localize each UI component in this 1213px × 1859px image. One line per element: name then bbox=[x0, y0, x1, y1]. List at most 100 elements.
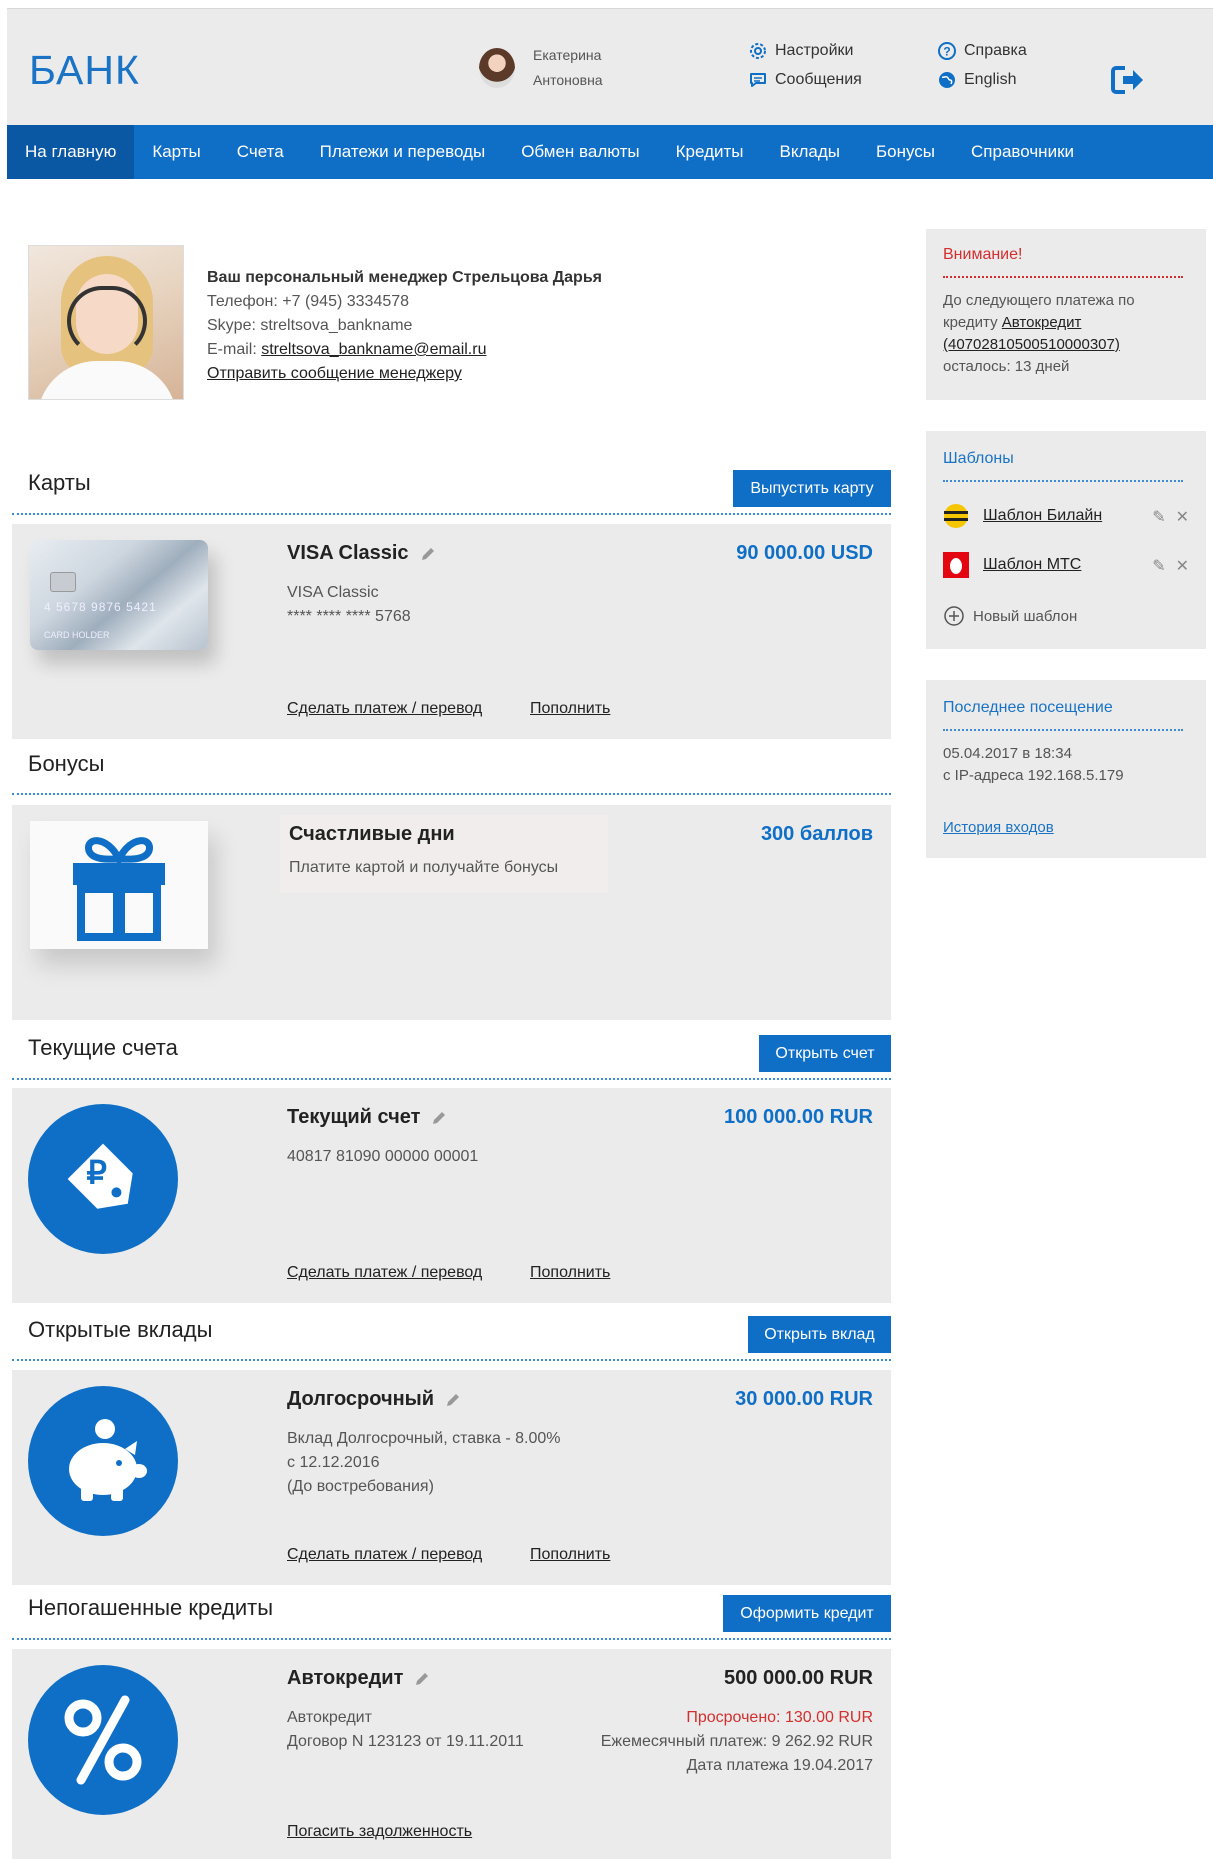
template-row: Шаблон МТС ✎ ✕ bbox=[943, 552, 1189, 578]
login-history-link[interactable]: История входов bbox=[943, 819, 1054, 836]
divider bbox=[12, 1638, 891, 1640]
mts-icon bbox=[943, 552, 969, 578]
template-beeline-link[interactable]: Шаблон Билайн bbox=[983, 507, 1102, 525]
gift-icon bbox=[73, 837, 165, 941]
card-balance: 90 000.00 USD bbox=[736, 542, 873, 564]
card-number-masked: **** **** **** 5768 bbox=[287, 608, 411, 625]
credit-type: Автокредит bbox=[287, 1709, 372, 1726]
open-deposit-button[interactable]: Открыть вклад bbox=[748, 1316, 891, 1353]
card-panel: 4 5678 9876 5421 CARD HOLDER VISA Classi… bbox=[12, 524, 891, 739]
templates-title: Шаблоны bbox=[943, 450, 1014, 467]
nav-accounts[interactable]: Счета bbox=[219, 125, 302, 179]
deposit-date: с 12.12.2016 bbox=[287, 1454, 380, 1471]
nav-bonuses[interactable]: Бонусы bbox=[858, 125, 953, 179]
bonus-desc: Платите картой и получайте бонусы bbox=[289, 859, 559, 876]
user-first-name: Екатерина bbox=[533, 47, 602, 63]
nav-exchange[interactable]: Обмен валюты bbox=[503, 125, 657, 179]
messages-link[interactable]: Сообщения bbox=[748, 70, 862, 90]
edit-icon[interactable]: ✎ bbox=[1152, 556, 1165, 576]
gift-card bbox=[30, 821, 208, 949]
attention-box: Внимание! До следующего платежа по креди… bbox=[926, 229, 1206, 400]
new-template-button[interactable]: Новый шаблон bbox=[943, 605, 1189, 627]
piggy-bank-circle bbox=[28, 1386, 178, 1536]
logout-icon bbox=[1111, 66, 1143, 94]
card-type: VISA Classic bbox=[287, 584, 379, 601]
language-label: English bbox=[964, 71, 1017, 88]
open-account-button[interactable]: Открыть счет bbox=[759, 1035, 891, 1072]
piggy-bank-icon bbox=[69, 1419, 147, 1501]
divider bbox=[12, 793, 891, 795]
deposit-name: Долгосрочный bbox=[287, 1388, 462, 1411]
credit-payment-info: Просрочено: 130.00 RUR Ежемесячный плате… bbox=[601, 1706, 873, 1778]
bonus-name: Счастливые дни bbox=[289, 823, 455, 845]
send-message-link[interactable]: Отправить сообщение менеджеру bbox=[207, 365, 462, 382]
manager-skype: Skype: streltsova_bankname bbox=[207, 317, 413, 334]
nav-payments[interactable]: Платежи и переводы bbox=[302, 125, 504, 179]
divider bbox=[943, 480, 1183, 482]
nav-references[interactable]: Справочники bbox=[953, 125, 1092, 179]
credit-desc: Автокредит Договор N 123123 от 19.11.201… bbox=[287, 1706, 524, 1754]
globe-icon bbox=[939, 72, 955, 88]
manager-email-link[interactable]: streltsova_bankname@email.ru bbox=[261, 341, 486, 358]
header: БАНК Екатерина Антоновна Настройки Сообщ… bbox=[7, 8, 1213, 125]
credit-payment-date: Дата платежа 19.04.2017 bbox=[686, 1757, 873, 1774]
attention-title: Внимание! bbox=[943, 246, 1023, 263]
nav-cards[interactable]: Карты bbox=[134, 125, 218, 179]
nav-home[interactable]: На главную bbox=[7, 125, 135, 179]
template-row: Шаблон Билайн ✎ ✕ bbox=[943, 503, 1189, 529]
credit-amount: 500 000.00 RUR bbox=[724, 1667, 873, 1689]
template-mts-link[interactable]: Шаблон МТС bbox=[983, 556, 1081, 574]
ruble-tag-circle: ₽ bbox=[28, 1104, 178, 1254]
divider bbox=[943, 276, 1183, 278]
templates-box: Шаблоны Шаблон Билайн ✎ ✕ Шаблон МТС ✎ ✕… bbox=[926, 431, 1206, 649]
manager-email-row: E-mail: streltsova_bankname@email.ru bbox=[207, 338, 602, 362]
attention-text: До следующего платежа по кредиту Автокре… bbox=[943, 290, 1193, 378]
credits-section-title: Непогашенные кредиты bbox=[28, 1595, 274, 1620]
deposit-balance: 30 000.00 RUR bbox=[735, 1388, 873, 1410]
close-icon[interactable]: ✕ bbox=[1176, 556, 1189, 576]
divider bbox=[12, 1078, 891, 1080]
account-pay-link[interactable]: Сделать платеж / перевод bbox=[287, 1264, 482, 1282]
avatar[interactable] bbox=[479, 48, 515, 88]
new-template-label: Новый шаблон bbox=[973, 607, 1078, 625]
account-topup-link[interactable]: Пополнить bbox=[530, 1264, 610, 1282]
bonus-panel: Счастливые дни 300 баллов Платите картой… bbox=[12, 805, 891, 1020]
user-last-name: Антоновна bbox=[533, 72, 603, 88]
edit-icon[interactable]: ✎ bbox=[1152, 507, 1165, 527]
pencil-icon[interactable] bbox=[413, 1670, 431, 1688]
deposit-pay-link[interactable]: Сделать платеж / перевод bbox=[287, 1546, 482, 1564]
card-name-label: VISA Classic bbox=[287, 542, 409, 564]
issue-card-button[interactable]: Выпустить карту bbox=[733, 470, 891, 507]
card-topup-link[interactable]: Пополнить bbox=[530, 700, 610, 718]
help-link[interactable]: ? Справка bbox=[937, 41, 1027, 61]
card-image: 4 5678 9876 5421 CARD HOLDER bbox=[30, 540, 208, 650]
nav-deposits[interactable]: Вклады bbox=[762, 125, 858, 179]
credit-panel: Автокредит 500 000.00 RUR Автокредит Дог… bbox=[12, 1649, 891, 1859]
bank-logo[interactable]: БАНК bbox=[29, 47, 140, 94]
deposit-name-label: Долгосрочный bbox=[287, 1388, 435, 1410]
deposit-panel: Долгосрочный 30 000.00 RUR Вклад Долгоср… bbox=[12, 1370, 891, 1585]
logout-button[interactable] bbox=[1111, 65, 1145, 100]
account-balance: 100 000.00 RUR bbox=[724, 1106, 873, 1128]
pencil-icon[interactable] bbox=[419, 545, 437, 563]
account-number: 40817 81090 00000 00001 bbox=[287, 1148, 479, 1165]
repay-debt-link[interactable]: Погасить задолженность bbox=[287, 1823, 472, 1841]
card-name: VISA Classic bbox=[287, 542, 437, 565]
nav-credits[interactable]: Кредиты bbox=[658, 125, 762, 179]
cards-section-title: Карты bbox=[28, 470, 91, 495]
settings-link[interactable]: Настройки bbox=[748, 41, 853, 61]
settings-label: Настройки bbox=[775, 42, 854, 59]
close-icon[interactable]: ✕ bbox=[1176, 507, 1189, 527]
pencil-icon[interactable] bbox=[444, 1391, 462, 1409]
bonuses-section-title: Бонусы bbox=[28, 751, 105, 776]
card-desc: VISA Classic **** **** **** 5768 bbox=[287, 581, 411, 629]
gear-icon bbox=[750, 43, 766, 59]
apply-credit-button[interactable]: Оформить кредит bbox=[723, 1595, 891, 1632]
card-pay-link[interactable]: Сделать платеж / перевод bbox=[287, 700, 482, 718]
pencil-icon[interactable] bbox=[430, 1109, 448, 1127]
user-profile[interactable]: Екатерина Антоновна bbox=[479, 43, 603, 93]
deposit-topup-link[interactable]: Пополнить bbox=[530, 1546, 610, 1564]
help-icon: ? bbox=[938, 42, 956, 60]
language-link[interactable]: English bbox=[937, 70, 1016, 90]
help-label: Справка bbox=[964, 42, 1027, 59]
